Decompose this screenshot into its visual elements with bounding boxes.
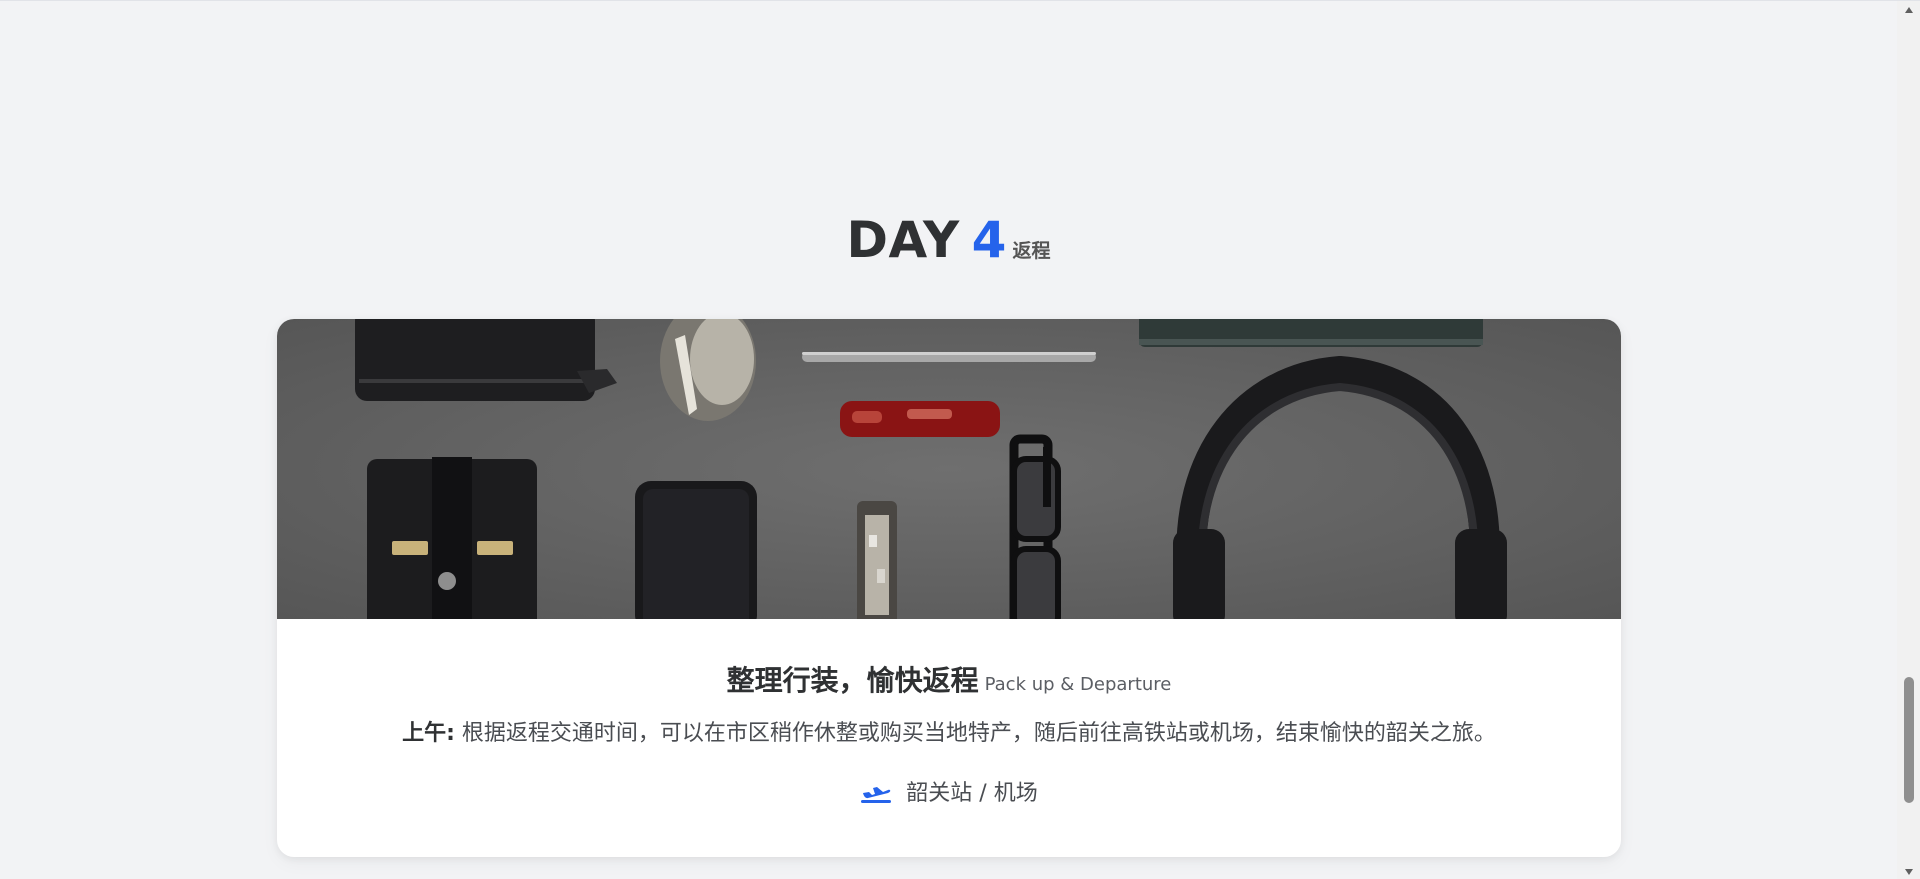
card-body: 整理行装，愉快返程 Pack up & Departure 上午: 根据返程交通时…: [277, 619, 1621, 857]
card-description: 上午: 根据返程交通时间，可以在市区稍作休整或购买当地特产，随后前往高铁站或机场…: [277, 715, 1621, 747]
scroll-down-arrow-icon[interactable]: [1897, 863, 1920, 879]
card-title: 整理行装，愉快返程 Pack up & Departure: [277, 659, 1621, 699]
scrollbar-thumb[interactable]: [1904, 677, 1914, 803]
headphones-shape: [1173, 355, 1507, 619]
location-row: 韶关站 / 机场: [277, 775, 1621, 807]
day-heading: DAY 4 返程: [0, 215, 1897, 265]
main-content: DAY 4 返程 整理行装，愉快返程 Pack up & Departure 上…: [0, 1, 1897, 879]
scroll-up-arrow-icon[interactable]: [1897, 1, 1920, 18]
title-chinese: 整理行装，愉快返程: [726, 664, 979, 697]
day-label: DAY: [846, 211, 960, 269]
description-text: 根据返程交通时间，可以在市区稍作休整或购买当地特产，随后前往高铁站或机场，结束愉…: [454, 721, 1496, 746]
location-text: 韶关站 / 机场: [906, 781, 1038, 806]
plane-departure-icon: [861, 787, 892, 803]
travel-items-photo: [277, 319, 1621, 619]
day-subtitle: 返程: [1012, 240, 1051, 262]
glasses-shape: [1009, 434, 1061, 619]
travel-items-illustration: [355, 319, 1507, 619]
title-english: Pack up & Departure: [984, 674, 1172, 695]
wallet-shape: [355, 319, 595, 401]
vertical-scrollbar[interactable]: [1897, 1, 1920, 879]
page: DAY 4 返程 整理行装，愉快返程 Pack up & Departure 上…: [0, 0, 1920, 879]
day-number: 4: [971, 211, 1007, 269]
itinerary-card: 整理行装，愉快返程 Pack up & Departure 上午: 根据返程交通时…: [277, 319, 1621, 857]
time-label: 上午:: [402, 721, 455, 746]
